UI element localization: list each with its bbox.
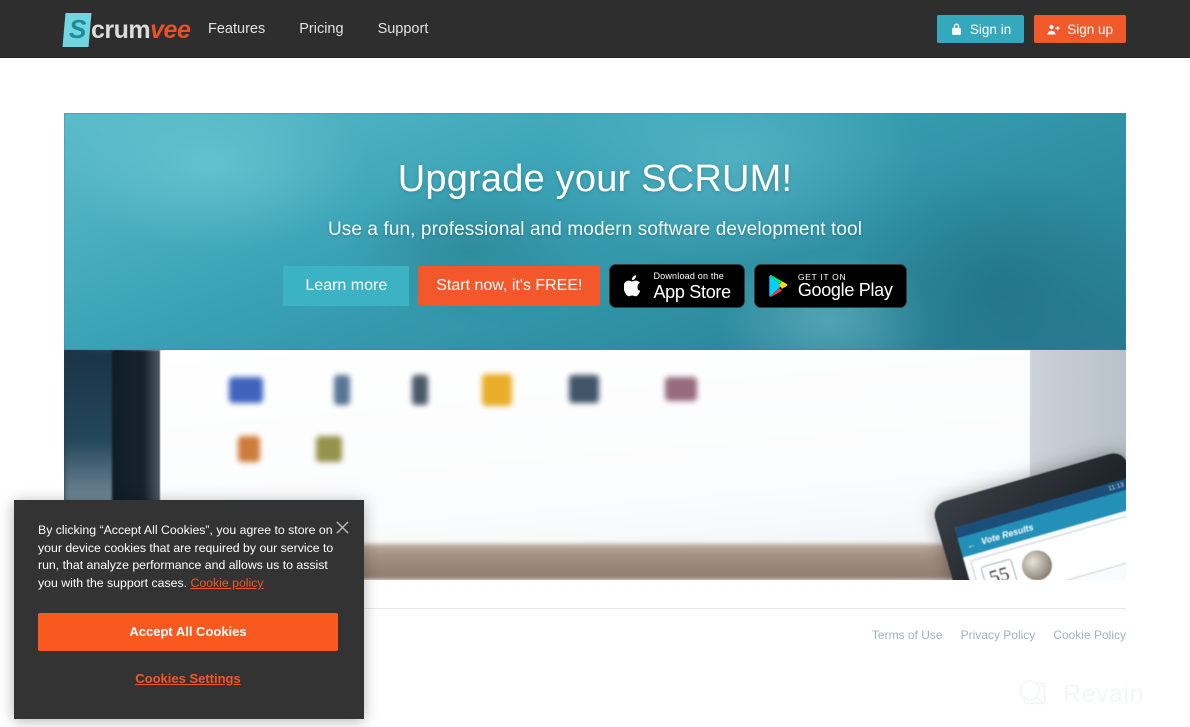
sign-in-label: Sign in	[969, 21, 1012, 37]
google-play-button[interactable]: GET IT ON Google Play	[753, 264, 907, 308]
app-store-text: Download on the App Store	[653, 270, 731, 302]
site-header: S crum vee Features Pricing Support Sign…	[0, 0, 1190, 58]
cookie-consent-text: By clicking “Accept All Cookies”, you ag…	[38, 522, 338, 593]
logo-badge-icon: S	[62, 13, 92, 47]
user-plus-icon	[1047, 23, 1060, 36]
lock-icon	[950, 23, 963, 36]
voter-avatar	[1018, 546, 1056, 580]
sign-up-button[interactable]: Sign up	[1034, 15, 1126, 43]
back-arrow-icon: ←	[965, 538, 977, 551]
logo-text-vee: vee	[150, 15, 191, 44]
google-play-text: GET IT ON Google Play	[798, 273, 893, 300]
logo-text-crum: crum	[91, 15, 151, 44]
nav-item-support[interactable]: Support	[378, 21, 429, 37]
footer-link-cookie-policy[interactable]: Cookie Policy	[1053, 628, 1126, 642]
nav-item-pricing[interactable]: Pricing	[299, 21, 343, 37]
google-play-title: Google Play	[797, 280, 893, 301]
sign-in-button[interactable]: Sign in	[936, 15, 1025, 43]
hero-content: Upgrade your SCRUM! Use a fun, professio…	[64, 113, 1126, 350]
hero-cta-row: Learn more Start now, it's FREE! Downloa…	[283, 264, 907, 308]
avatar-thumb	[412, 375, 429, 406]
main-navigation: Features Pricing Support	[208, 0, 428, 58]
header-actions: Sign in Sign up	[936, 15, 1126, 43]
app-store-button[interactable]: Download on the App Store	[609, 264, 745, 308]
avatar-thumb	[333, 375, 350, 406]
logo-badge-letter: S	[68, 14, 86, 44]
avatar-thumb	[316, 436, 343, 463]
learn-more-button[interactable]: Learn more	[283, 266, 410, 306]
hero-title: Upgrade your SCRUM!	[397, 158, 793, 200]
cookies-settings-link[interactable]: Cookies Settings	[38, 671, 338, 686]
apple-icon	[623, 273, 645, 299]
avatar-thumb	[568, 375, 599, 404]
cookie-consent-body: By clicking “Accept All Cookies”, you ag…	[38, 523, 334, 591]
footer-links: Terms of Use Privacy Policy Cookie Polic…	[872, 628, 1126, 642]
avatar-thumb	[229, 377, 264, 404]
cookie-policy-link[interactable]: Cookie policy	[190, 576, 263, 590]
revain-logo-icon	[1014, 675, 1052, 713]
avatar-thumb	[237, 436, 260, 463]
phone-screen: 11:13 ← Vote Results 55	[954, 478, 1126, 580]
revain-label: Revain	[1063, 679, 1144, 708]
app-store-title: App Store	[653, 281, 731, 302]
app-store-caption: Download on the	[653, 270, 725, 281]
avatar-thumb	[481, 373, 512, 406]
vote-value: 55	[980, 558, 1019, 580]
hero-subtitle: Use a fun, professional and modern softw…	[327, 219, 863, 240]
nav-item-features[interactable]: Features	[208, 21, 265, 37]
cookie-consent-banner: By clicking “Accept All Cookies”, you ag…	[14, 500, 364, 719]
google-play-icon	[768, 273, 790, 299]
sign-up-label: Sign up	[1067, 21, 1113, 37]
accept-all-cookies-button[interactable]: Accept All Cookies	[38, 612, 338, 651]
logo[interactable]: S crum vee	[62, 13, 191, 47]
close-icon[interactable]	[335, 520, 350, 535]
start-now-button[interactable]: Start now, it's FREE!	[418, 266, 601, 306]
footer-link-terms-of-use[interactable]: Terms of Use	[872, 628, 943, 642]
avatar-thumb	[664, 377, 697, 402]
footer-link-privacy-policy[interactable]: Privacy Policy	[961, 628, 1036, 642]
revain-watermark: Revain	[1014, 675, 1144, 713]
